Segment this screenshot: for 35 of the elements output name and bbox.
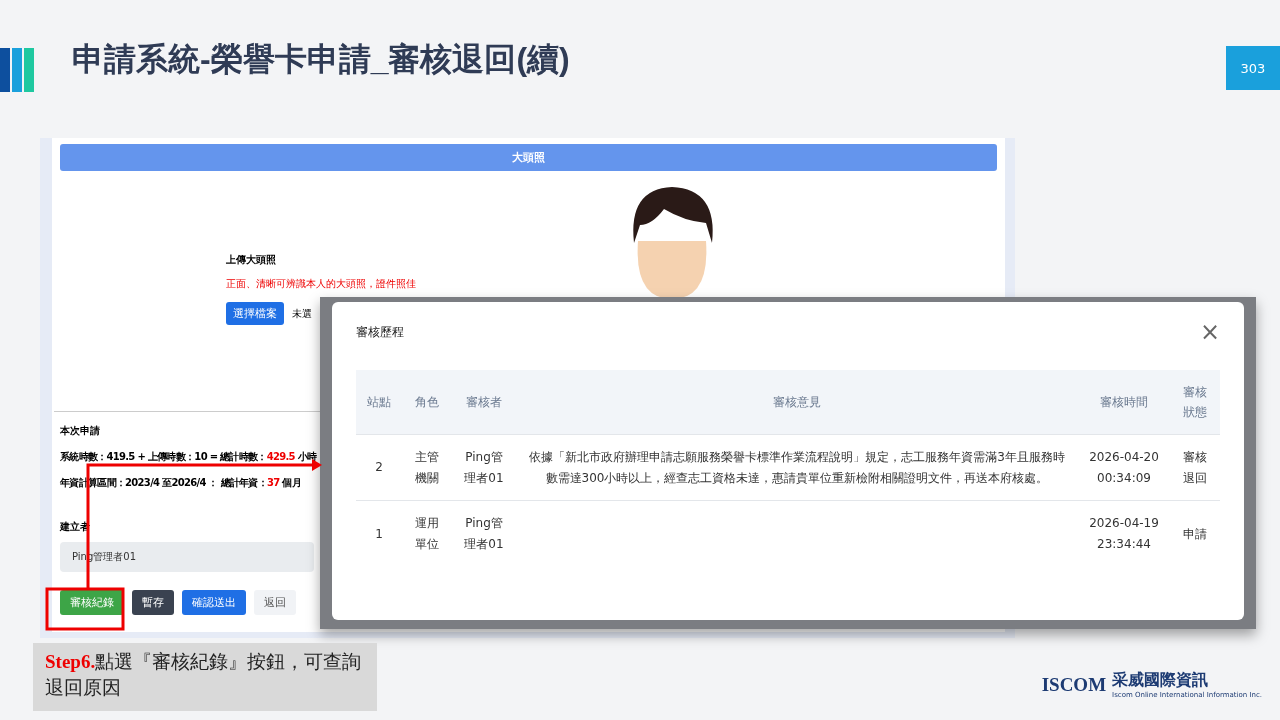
- upload-title: 上傳大頭照: [226, 253, 277, 267]
- table-cell: Ping管理者01: [452, 434, 516, 501]
- column-header: 站點: [356, 370, 402, 435]
- file-status: 未選: [292, 306, 312, 321]
- title-accent-drawing: [0, 48, 34, 92]
- upload-hint: 正面、清晰可辨識本人的大頭照，證件照佳: [226, 277, 417, 291]
- table-cell: 2026-04-20 00:34:09: [1078, 434, 1170, 501]
- table-cell: 1: [356, 500, 402, 567]
- action-button[interactable]: 暫存: [132, 590, 174, 615]
- section-header: 大頭照: [60, 144, 997, 171]
- summary-line: 系統時數：419.5 + 上傳時數：10 = 總計時數：429.5 小時: [60, 450, 318, 464]
- choose-file-button[interactable]: 選擇檔案: [226, 302, 284, 325]
- column-header: 審核狀態: [1170, 370, 1220, 435]
- table-cell: Ping管理者01: [452, 500, 516, 567]
- table-cell: 依據「新北市政府辦理申請志願服務榮譽卡標準作業流程說明」規定，志工服務年資需滿3年且服務時數需達300小時以上，經查志工資格未達，惠請貴單位重新檢附相關證明文件，再送本府核處。: [529, 450, 1065, 485]
- page-number: 303: [1226, 46, 1280, 90]
- dialog-title: 審核歷程: [356, 323, 404, 341]
- column-header: 審核時間: [1078, 370, 1170, 435]
- table-cell: 運用單位: [402, 500, 452, 567]
- column-header: 角色: [402, 370, 452, 435]
- table-cell: 審核退回: [1170, 434, 1220, 501]
- table-cell: 主管機關: [402, 434, 452, 501]
- step-caption: Step6.點選『審核紀錄』按鈕，可查詢退回原因: [33, 643, 377, 711]
- table-cell: 2026-04-19 23:34:44: [1078, 500, 1170, 567]
- slide-title: 申請系統-榮譽卡申請_審核退回(續): [72, 40, 570, 79]
- column-header: 審核意見: [516, 370, 1078, 435]
- action-button[interactable]: 返回: [254, 590, 296, 615]
- summary-title: 本次申請: [60, 424, 101, 438]
- company-name: 采威國際資訊: [1112, 670, 1210, 691]
- column-header: 審核者: [452, 370, 516, 435]
- logo-wordmark: ISCOM: [1041, 673, 1107, 696]
- table-cell: 2: [356, 434, 402, 501]
- table-cell: 申請: [1170, 500, 1220, 567]
- action-button[interactable]: 確認送出: [182, 590, 246, 615]
- close-button[interactable]: ×: [1199, 318, 1220, 346]
